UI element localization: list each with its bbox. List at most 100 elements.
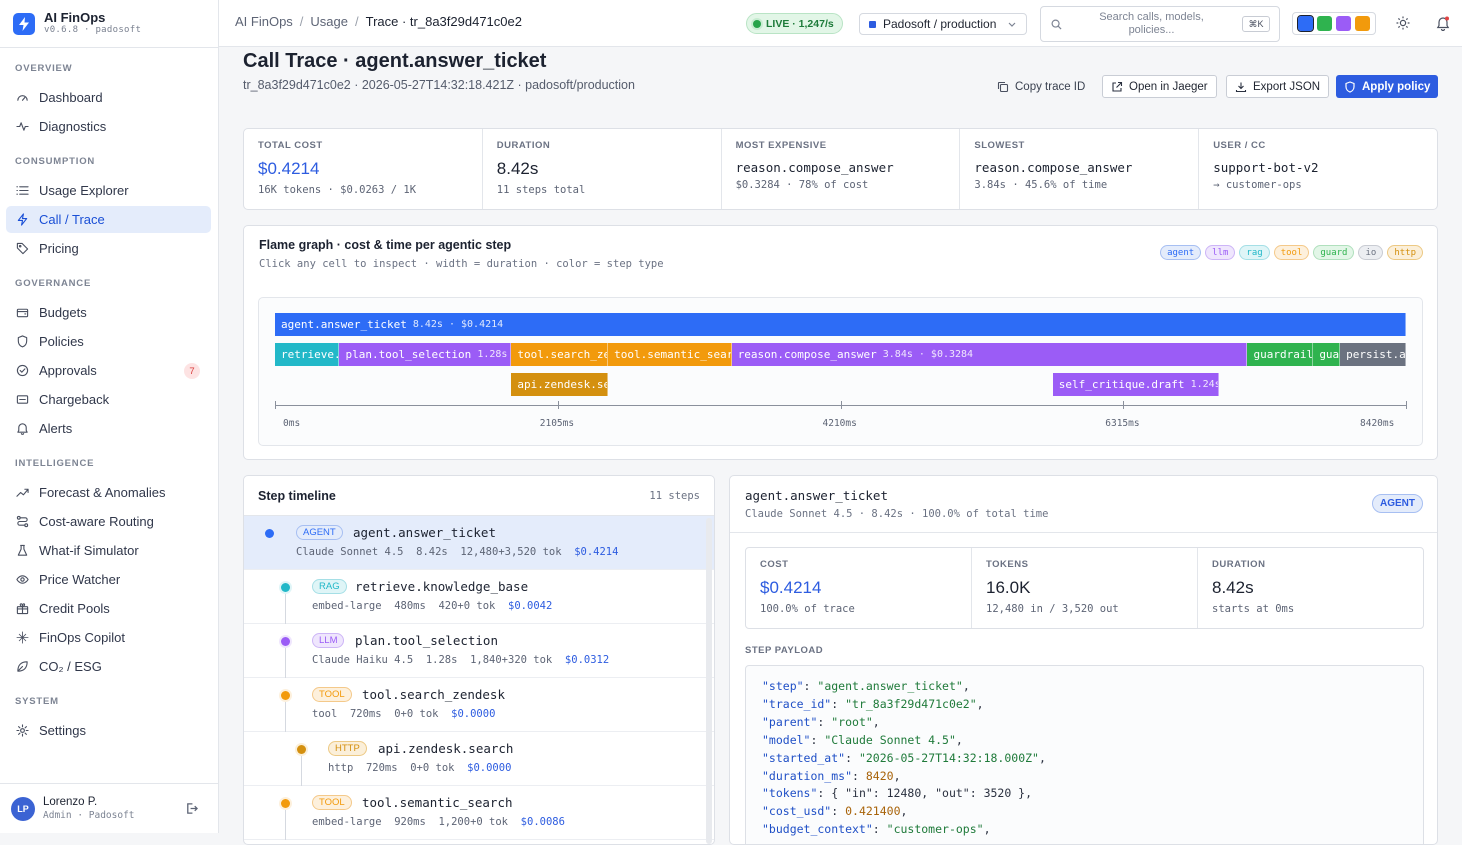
kpi-slowest[interactable]: SLOWEST reason.compose_answer 3.84s · 45…	[960, 129, 1200, 209]
kpi-duration: DURATION 8.42s 11 steps total	[483, 129, 722, 209]
timeline-row-tool-search-zendesk[interactable]: TOOL tool.search_zendesk tool 720ms 0+0 …	[244, 678, 714, 732]
flame-cell[interactable]: reason.compose_answer 3.84s · $0.3284	[731, 343, 1248, 366]
payload-label: STEP PAYLOAD	[745, 645, 824, 656]
flame-cell[interactable]: plan.tool_selection 1.28s	[339, 343, 512, 366]
flame-cell[interactable]: tool.semantic_search 920ms	[608, 343, 732, 366]
kpi-sub: starts at 0ms	[1212, 603, 1295, 615]
sidebar-item-cost-aware-routing[interactable]: Cost-aware Routing	[6, 508, 211, 535]
step-list: AGENT agent.answer_ticket Claude Sonnet …	[244, 516, 714, 840]
flame-cell[interactable]: guard.toxicity 200ms	[1313, 343, 1341, 366]
sidebar-item-finops-copilot[interactable]: FinOps Copilot	[6, 624, 211, 651]
flame-cell[interactable]: api.zendesk.search 720ms	[511, 373, 609, 396]
kpi-sub: $0.3284 · 78% of cost	[735, 179, 869, 191]
step-tokens: 1,840+320 tok	[470, 654, 553, 666]
nav-section-title: OVERVIEW	[15, 63, 73, 74]
breadcrumb-separator: /	[355, 14, 359, 29]
kpi-sub: 100.0% of trace	[760, 603, 855, 615]
export-json-button[interactable]: Export JSON	[1226, 75, 1330, 98]
legend-item-guard[interactable]: guard	[1313, 245, 1355, 260]
sidebar-item-dashboard[interactable]: Dashboard	[6, 84, 211, 111]
legend-item-tool[interactable]: tool	[1273, 245, 1310, 260]
kpi-value: $0.4214	[760, 578, 822, 597]
swatch-purple[interactable]	[1336, 16, 1351, 31]
logout-icon[interactable]	[185, 802, 198, 815]
sidebar-item-chargeback[interactable]: Chargeback	[6, 386, 211, 413]
environment-select[interactable]: Padosoft / production	[859, 13, 1027, 35]
flame-cell[interactable]: tool.search_zendesk 720ms	[511, 343, 609, 366]
legend-item-rag[interactable]: rag	[1239, 245, 1270, 260]
kpi-value: reason.compose_answer	[735, 160, 894, 175]
breadcrumb-item-usage[interactable]: Usage	[310, 14, 348, 29]
step-payload-code[interactable]: "step": "agent.answer_ticket", "trace_id"…	[745, 665, 1424, 844]
sidebar-item-co-esg[interactable]: CO₂ / ESG	[6, 653, 211, 680]
step-kpi-cost: COST $0.4214 100.0% of trace	[746, 548, 972, 628]
live-status-badge[interactable]: LIVE · 1,247/s	[746, 13, 843, 34]
tag-icon	[16, 242, 29, 255]
payload-value: 0.421400	[845, 804, 901, 819]
step-name: tool.semantic_search	[362, 795, 513, 810]
sidebar-item-settings[interactable]: Settings	[6, 717, 211, 744]
legend-item-http[interactable]: http	[1387, 245, 1423, 260]
environment-label: Padosoft / production	[883, 17, 997, 31]
kpi-label: SLOWEST	[974, 140, 1025, 151]
sidebar-item-label: Diagnostics	[39, 119, 107, 134]
avatar[interactable]: LP	[11, 796, 35, 821]
sidebar-item-price-watcher[interactable]: Price Watcher	[6, 566, 211, 593]
sidebar-item-call-trace[interactable]: Call / Trace	[6, 206, 211, 233]
timeline-row-tool-semantic-search[interactable]: TOOL tool.semantic_search embed-large 92…	[244, 786, 714, 840]
step-tokens: 12,480+3,520 tok	[460, 546, 562, 558]
kpi-sub: 12,480 in / 3,520 out	[986, 603, 1119, 615]
breadcrumb-item-root[interactable]: AI FinOps	[235, 14, 293, 29]
sidebar-item-approvals[interactable]: Approvals 7	[6, 357, 211, 384]
sidebar-item-budgets[interactable]: Budgets	[6, 299, 211, 326]
axis-tick	[1123, 401, 1125, 409]
payload-key: "tokens"	[762, 786, 818, 801]
flame-cell[interactable]: guardrail.pii_check 490ms	[1247, 343, 1314, 366]
apply-policy-button[interactable]: Apply policy	[1336, 75, 1438, 98]
payload-value: "tr_8a3f29d471c0e2"	[845, 696, 977, 711]
sidebar-item-credit-pools[interactable]: Credit Pools	[6, 595, 211, 622]
sidebar-item-alerts[interactable]: Alerts	[6, 415, 211, 442]
timeline-scrollbar[interactable]	[706, 518, 712, 844]
flame-cell[interactable]: agent.answer_ticket 8.42s · $0.4214	[275, 313, 1406, 336]
sun-icon[interactable]	[1396, 16, 1410, 30]
swatch-orange[interactable]	[1355, 16, 1370, 31]
search-input[interactable]: Search calls, models, policies... ⌘K	[1040, 6, 1280, 42]
kpi-label: TOTAL COST	[258, 140, 323, 151]
sidebar-item-what-if-simulator[interactable]: What-if Simulator	[6, 537, 211, 564]
sidebar-item-pricing[interactable]: Pricing	[6, 235, 211, 262]
copy-trace-id-button[interactable]: Copy trace ID	[989, 75, 1093, 98]
open-in-jaeger-button[interactable]: Open in Jaeger	[1102, 75, 1217, 98]
timeline-row-plan-tool-selection[interactable]: LLM plan.tool_selection Claude Haiku 4.5…	[244, 624, 714, 678]
flame-cell-name: self_critique.draft	[1058, 378, 1185, 391]
trend-icon	[16, 486, 29, 499]
sidebar-item-label: Alerts	[39, 421, 73, 436]
payload-key: "cost_usd"	[762, 804, 832, 819]
payload-key: "budget_context"	[762, 822, 873, 837]
timeline-row-agent-answer-ticket[interactable]: AGENT agent.answer_ticket Claude Sonnet …	[244, 516, 714, 570]
sidebar-item-diagnostics[interactable]: Diagnostics	[6, 113, 211, 140]
flame-graph-title: Flame graph · cost & time per agentic st…	[259, 238, 512, 252]
timeline-row-api-zendesk-search[interactable]: HTTP api.zendesk.search http 720ms 0+0 t…	[244, 732, 714, 786]
timeline-row-retrieve-knowledge-base[interactable]: RAG retrieve.knowledge_base embed-large …	[244, 570, 714, 624]
step-dot-icon	[265, 529, 274, 538]
swatch-green[interactable]	[1317, 16, 1332, 31]
sidebar-item-usage-explorer[interactable]: Usage Explorer	[6, 177, 211, 204]
sidebar-item-policies[interactable]: Policies	[6, 328, 211, 355]
kpi-value: reason.compose_answer	[974, 160, 1133, 175]
notifications-bell-icon[interactable]	[1436, 16, 1450, 31]
flame-cell[interactable]: retrieve.knowledge_base 480ms	[275, 343, 340, 366]
legend-item-agent[interactable]: agent	[1160, 245, 1202, 260]
wallet-icon	[16, 306, 29, 319]
legend-item-io[interactable]: io	[1358, 245, 1384, 260]
brand[interactable]: AI FinOps v0.6.8 · padosoft	[0, 0, 218, 48]
legend-item-llm[interactable]: llm	[1205, 245, 1236, 260]
flame-cell[interactable]: persist.answer 490ms	[1340, 343, 1406, 366]
kpi-label: DURATION	[496, 140, 551, 151]
step-duration: 920ms	[394, 816, 426, 828]
swatch-blue[interactable]	[1297, 15, 1314, 32]
kpi-most-expensive[interactable]: MOST EXPENSIVE reason.compose_answer $0.…	[722, 129, 961, 209]
flame-cell[interactable]: self_critique.draft 1.24s	[1052, 373, 1220, 396]
sidebar-item-forecast-anomalies[interactable]: Forecast & Anomalies	[6, 479, 211, 506]
bolt-logo-icon	[13, 12, 35, 35]
